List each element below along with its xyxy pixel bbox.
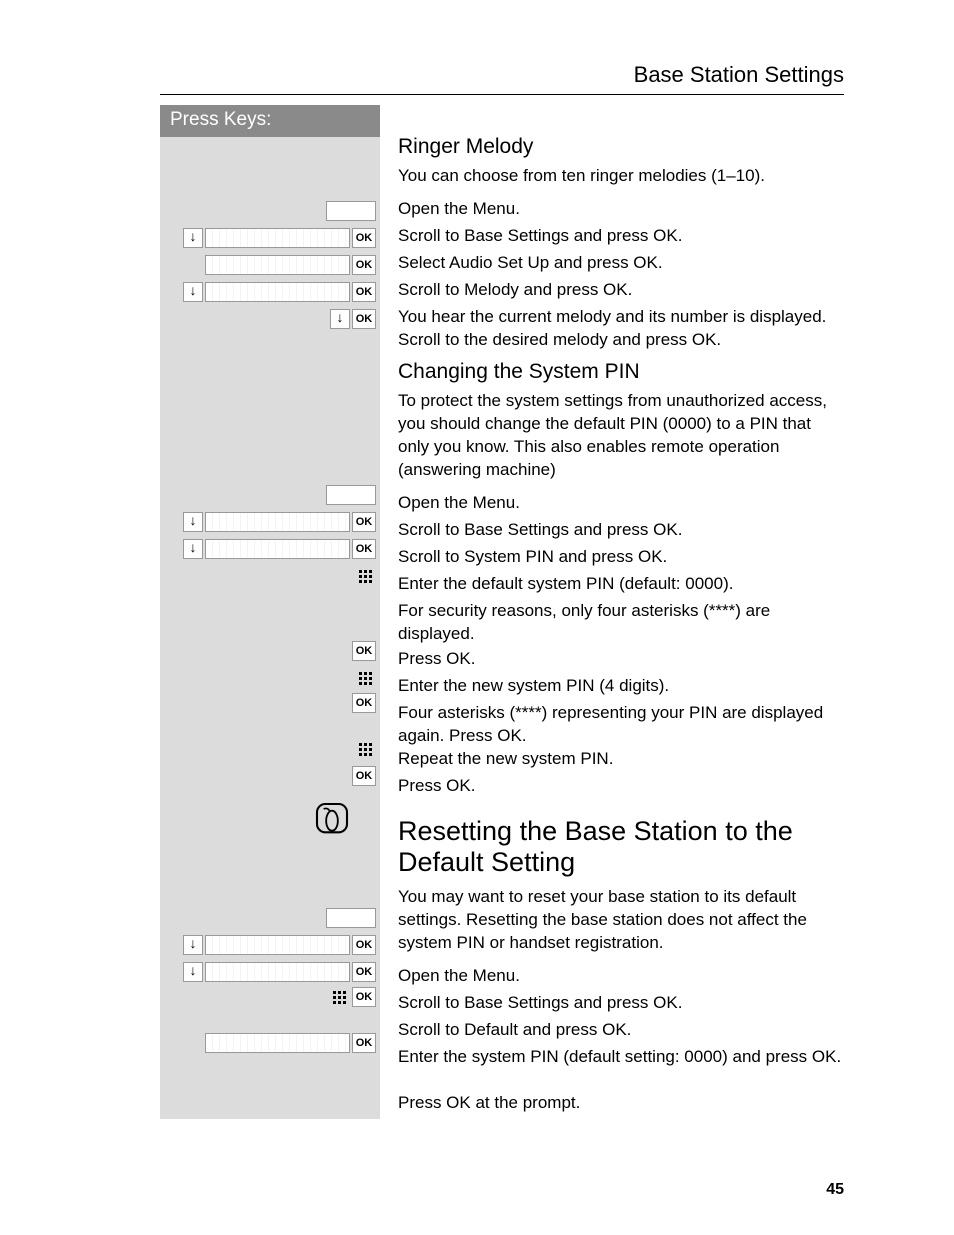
menu-key	[326, 201, 376, 221]
step: Enter the default system PIN (default: 0…	[398, 573, 733, 596]
menu-key	[326, 485, 376, 505]
arrow-down-icon: ↓	[183, 962, 203, 982]
step: Enter the system PIN (default setting: 0…	[398, 1046, 841, 1069]
handset-icon	[312, 799, 352, 844]
sidebar-header: Press Keys:	[160, 105, 380, 137]
display-bar	[205, 539, 350, 559]
arrow-down-icon: ↓	[330, 309, 350, 329]
ok-key: OK	[352, 228, 376, 248]
step: You hear the current melody and its numb…	[398, 306, 844, 352]
step: Scroll to Default and press OK.	[398, 1019, 631, 1042]
intro-reset: You may want to reset your base station …	[398, 886, 844, 955]
step: Open the Menu.	[398, 198, 520, 221]
step: Press OK.	[398, 648, 475, 671]
page-header: Base Station Settings	[160, 62, 844, 88]
step: Open the Menu.	[398, 492, 520, 515]
arrow-down-icon: ↓	[183, 935, 203, 955]
ok-key: OK	[352, 282, 376, 302]
step: Scroll to Base Settings and press OK.	[398, 225, 682, 248]
arrow-down-icon: ↓	[183, 228, 203, 248]
keypad-icon	[356, 739, 376, 759]
ok-key: OK	[352, 935, 376, 955]
step: Four asterisks (****) representing your …	[398, 702, 844, 748]
intro-pin: To protect the system settings from unau…	[398, 390, 844, 482]
display-bar	[205, 228, 350, 248]
ok-key: OK	[352, 962, 376, 982]
ok-key: OK	[352, 766, 376, 786]
ok-key: OK	[352, 641, 376, 661]
heading-reset: Resetting the Base Station to the Defaul…	[398, 816, 844, 878]
arrow-down-icon: ↓	[183, 539, 203, 559]
key-block-ringer: ↓ OK OK ↓ OK ↓ OK	[160, 137, 380, 332]
display-bar	[205, 282, 350, 302]
menu-key	[326, 908, 376, 928]
display-bar	[205, 512, 350, 532]
press-keys-sidebar: Press Keys: ↓ OK OK ↓ OK	[160, 105, 380, 1119]
ok-key: OK	[352, 512, 376, 532]
instruction-text: Ringer Melody You can choose from ten ri…	[398, 105, 844, 1119]
display-bar	[205, 962, 350, 982]
step: Press OK at the prompt.	[398, 1092, 580, 1115]
step: Scroll to System PIN and press OK.	[398, 546, 667, 569]
step: Scroll to Base Settings and press OK.	[398, 992, 682, 1015]
display-bar	[205, 255, 350, 275]
keypad-icon	[356, 566, 376, 586]
ok-key: OK	[352, 1033, 376, 1053]
step: Open the Menu.	[398, 965, 520, 988]
display-bar	[205, 1033, 350, 1053]
step: Scroll to Base Settings and press OK.	[398, 519, 682, 542]
key-block-pin: ↓ OK ↓ OK OK OK	[160, 332, 380, 789]
intro-ringer: You can choose from ten ringer melodies …	[398, 165, 844, 188]
step: For security reasons, only four asterisk…	[398, 600, 844, 646]
display-bar	[205, 935, 350, 955]
step: Repeat the new system PIN.	[398, 748, 613, 771]
step: Select Audio Set Up and press OK.	[398, 252, 663, 275]
heading-ringer: Ringer Melody	[398, 135, 844, 159]
page-number: 45	[826, 1181, 844, 1199]
arrow-down-icon: ↓	[183, 512, 203, 532]
heading-pin: Changing the System PIN	[398, 360, 844, 384]
header-rule	[160, 94, 844, 95]
ok-key: OK	[352, 987, 376, 1007]
key-block-reset: ↓ OK ↓ OK OK OK	[160, 789, 380, 1070]
arrow-down-icon: ↓	[183, 282, 203, 302]
step: Press OK.	[398, 775, 475, 798]
keypad-icon	[330, 987, 350, 1007]
step: Enter the new system PIN (4 digits).	[398, 675, 669, 698]
ok-key: OK	[352, 309, 376, 329]
keypad-icon	[356, 668, 376, 688]
ok-key: OK	[352, 255, 376, 275]
ok-key: OK	[352, 693, 376, 713]
step: Scroll to Melody and press OK.	[398, 279, 632, 302]
ok-key: OK	[352, 539, 376, 559]
